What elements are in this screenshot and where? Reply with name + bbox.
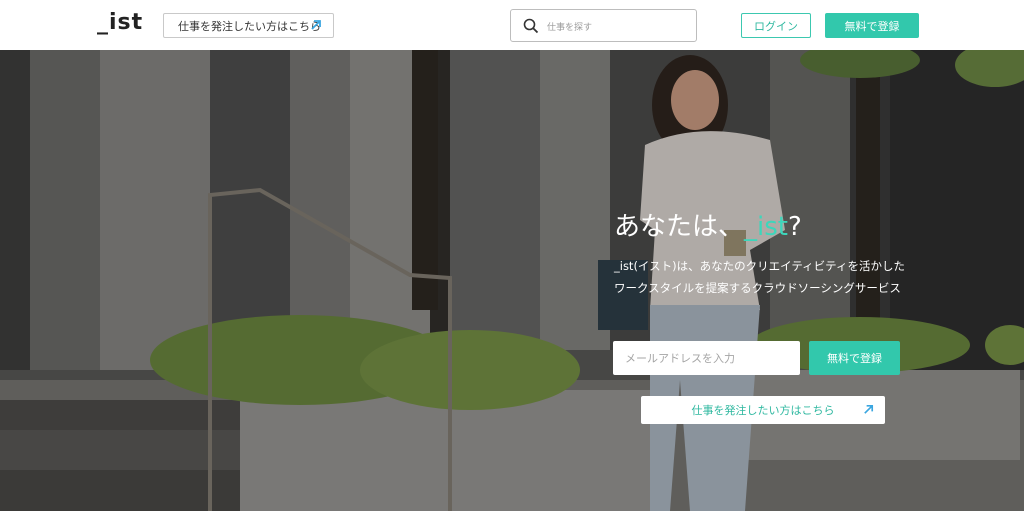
hero-description: _ist(イスト)は、あなたのクリエイティビティを活かした ワークスタイルを提案… [614, 255, 905, 299]
email-field[interactable] [613, 341, 800, 375]
login-button[interactable]: ログイン [741, 13, 811, 38]
post-job-label: 仕事を発注したい方はこちら [178, 19, 321, 33]
hero-section: あなたは、_ist? _ist(イスト)は、あなたのクリエイティビティを活かした… [0, 50, 1024, 511]
search-icon [523, 18, 539, 34]
hero-description-line2: ワークスタイルを提案するクラウドソーシングサービス [614, 281, 901, 295]
arrow-up-right-icon [311, 20, 321, 30]
headline-suffix: ? [787, 212, 802, 242]
hero-headline: あなたは、_ist? [614, 206, 802, 243]
hero-description-line1: _ist(イスト)は、あなたのクリエイティビティを活かした [614, 259, 905, 273]
hero-post-job-label: 仕事を発注したい方はこちら [691, 404, 835, 417]
post-job-button[interactable]: 仕事を発注したい方はこちら [163, 13, 334, 38]
hero-signup-button[interactable]: 無料で登録 [809, 341, 900, 375]
search-placeholder: 仕事を探す [547, 23, 593, 33]
signup-button[interactable]: 無料で登録 [825, 13, 919, 38]
site-header: _ist 仕事を発注したい方はこちら 仕事を探す ログイン 無料で登録 [0, 0, 1024, 50]
site-logo[interactable]: _ist [97, 10, 143, 35]
headline-accent: _ist [744, 212, 788, 242]
headline-prefix: あなたは、 [614, 212, 745, 242]
arrow-up-right-icon [864, 404, 874, 414]
hero-post-job-button[interactable]: 仕事を発注したい方はこちら [641, 396, 885, 424]
search-box[interactable]: 仕事を探す [510, 9, 697, 42]
